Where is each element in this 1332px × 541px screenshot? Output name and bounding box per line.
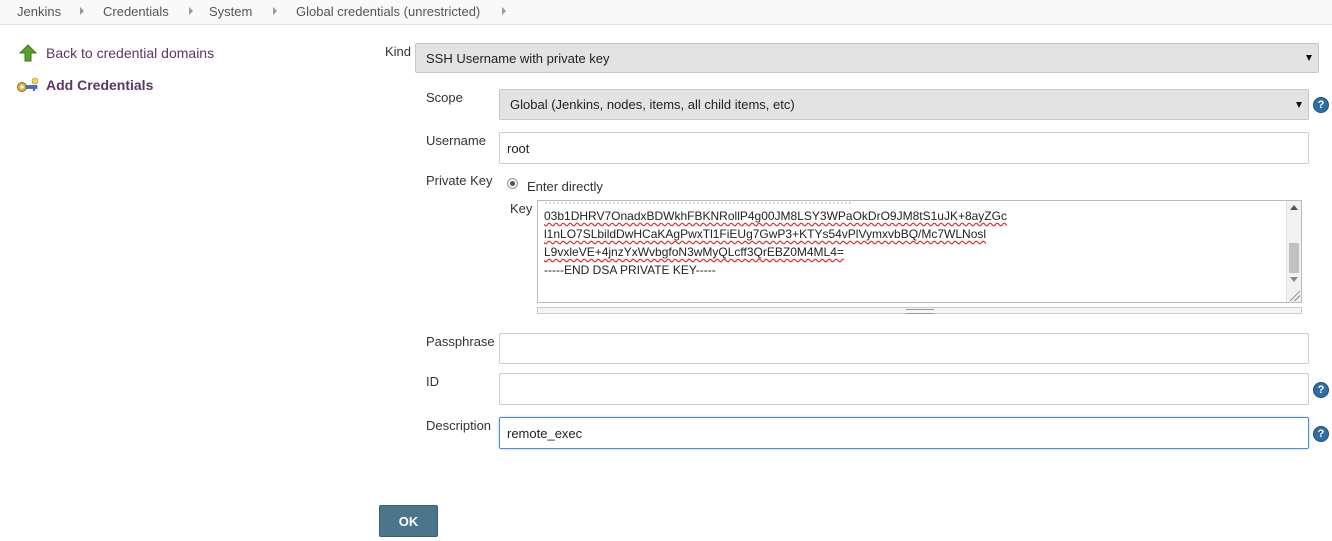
username-field[interactable]: root	[499, 132, 1309, 164]
dropdown-arrow-icon	[1296, 101, 1302, 108]
id-help-icon[interactable]: ?	[1313, 382, 1329, 398]
scope-label: Scope	[426, 90, 463, 105]
breadcrumb-chevron-icon[interactable]	[273, 7, 277, 15]
scroll-thumb[interactable]	[1289, 243, 1299, 273]
up-arrow-icon[interactable]	[19, 44, 37, 62]
description-label: Description	[426, 418, 492, 433]
resize-grip-icon[interactable]	[1290, 291, 1300, 301]
private-key-label: Private Key	[426, 173, 493, 188]
kind-select[interactable]: SSH Username with private key	[415, 43, 1319, 73]
grip-icon	[906, 309, 934, 314]
description-help-icon[interactable]: ?	[1313, 426, 1329, 442]
passphrase-label: Passphrase	[426, 334, 495, 349]
scope-help-icon[interactable]: ?	[1313, 97, 1329, 113]
scroll-up-icon[interactable]	[1290, 205, 1298, 210]
passphrase-field[interactable]	[499, 333, 1309, 364]
back-to-credential-domains-link[interactable]: Back to credential domains	[46, 45, 214, 61]
id-field[interactable]	[499, 373, 1309, 405]
add-credentials-link[interactable]: Add Credentials	[46, 77, 153, 93]
key-icon[interactable]	[16, 77, 40, 95]
dropdown-arrow-icon	[1306, 55, 1312, 61]
description-field[interactable]: remote_exec	[499, 417, 1309, 449]
username-value: root	[507, 140, 530, 156]
breadcrumb-global-credentials[interactable]: Global credentials (unrestricted)	[296, 4, 480, 19]
private-key-textarea[interactable]: ········································…	[537, 200, 1302, 303]
id-label: ID	[426, 374, 439, 389]
key-text-line: l1nLO7SLbildDwHCaKAgPwxTl1FiEUg7GwP3+KTY…	[544, 227, 987, 241]
scope-select[interactable]: Global (Jenkins, nodes, items, all child…	[499, 89, 1309, 120]
kind-select-value: SSH Username with private key	[426, 50, 610, 66]
scope-select-value: Global (Jenkins, nodes, items, all child…	[510, 97, 795, 112]
scroll-down-icon[interactable]	[1290, 277, 1298, 282]
key-text-line: -----END DSA PRIVATE KEY-----	[544, 263, 716, 277]
key-text-line: L9vxleVE+4jnzYxWvbgfoN3wMyQLcff3QrEBZ0M4…	[544, 245, 844, 259]
username-label: Username	[426, 133, 486, 148]
enter-directly-label[interactable]: Enter directly	[527, 179, 603, 194]
key-text-line: 03b1DHRV7OnadxBDWkhFBKNRollP4g00JM8LSY3W…	[544, 209, 1007, 223]
textarea-resize-handle[interactable]	[537, 307, 1302, 314]
breadcrumb-system[interactable]: System	[209, 4, 252, 19]
key-label: Key	[510, 201, 533, 216]
enter-directly-radio[interactable]	[507, 178, 518, 189]
key-scrollbar[interactable]	[1286, 201, 1301, 302]
back-link-label[interactable]: Back to credential domains	[46, 45, 214, 61]
breadcrumb-chevron-icon[interactable]	[189, 7, 193, 15]
breadcrumb-chevron-icon[interactable]	[80, 7, 84, 15]
ok-button[interactable]: OK	[379, 505, 438, 537]
breadcrumb-chevron-icon[interactable]	[502, 7, 506, 15]
kind-label: Kind	[385, 44, 412, 59]
breadcrumb-jenkins[interactable]: Jenkins	[17, 4, 61, 19]
description-value: remote_exec	[507, 425, 583, 441]
breadcrumb: Jenkins Credentials System Global creden…	[0, 0, 1332, 25]
add-credentials-label[interactable]: Add Credentials	[46, 77, 153, 93]
breadcrumb-credentials[interactable]: Credentials	[103, 4, 169, 19]
key-text-line-clipped: ········································…	[544, 200, 852, 209]
